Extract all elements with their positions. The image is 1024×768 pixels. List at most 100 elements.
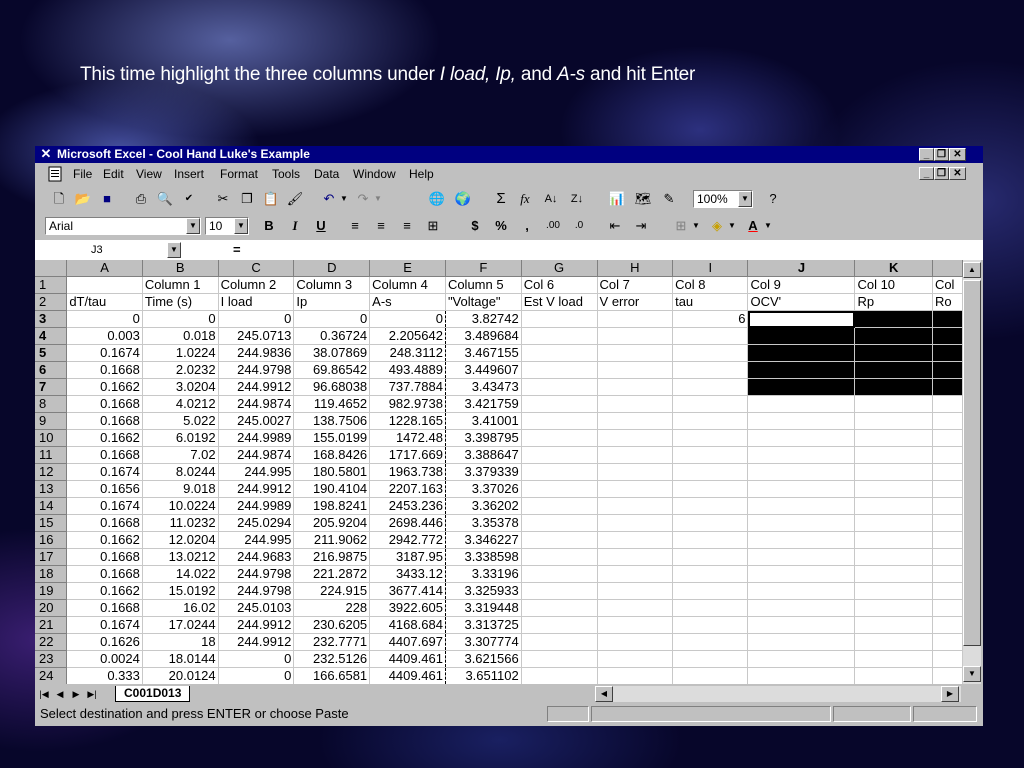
cell[interactable]: 221.2872 bbox=[293, 565, 371, 583]
autosum-icon[interactable]: Σ bbox=[491, 189, 511, 209]
cell[interactable] bbox=[854, 667, 933, 684]
cell[interactable] bbox=[672, 395, 749, 413]
cell[interactable] bbox=[854, 548, 933, 566]
cell[interactable] bbox=[672, 565, 749, 583]
first-sheet-icon[interactable]: |◀ bbox=[37, 686, 51, 702]
cell[interactable] bbox=[854, 497, 933, 515]
last-sheet-icon[interactable]: ▶| bbox=[85, 686, 99, 702]
column-header[interactable]: G bbox=[521, 260, 598, 277]
column-header[interactable]: H bbox=[597, 260, 674, 277]
cell[interactable] bbox=[672, 378, 749, 396]
cell[interactable]: 244.995 bbox=[217, 463, 295, 481]
cell[interactable]: 38.07869 bbox=[293, 344, 371, 362]
cell[interactable] bbox=[672, 412, 749, 430]
cell[interactable]: "Voltage" bbox=[445, 293, 522, 311]
cell[interactable] bbox=[854, 378, 933, 396]
cell[interactable] bbox=[597, 361, 674, 379]
row-header[interactable]: 7 bbox=[35, 378, 68, 396]
cell[interactable] bbox=[597, 514, 674, 532]
cell[interactable]: 0.1668 bbox=[66, 395, 143, 413]
cell[interactable]: 3.449607 bbox=[445, 361, 522, 379]
cell[interactable]: 14.022 bbox=[142, 565, 219, 583]
cell[interactable] bbox=[597, 446, 674, 464]
cell[interactable]: 16.02 bbox=[142, 599, 219, 617]
cell[interactable]: 0 bbox=[217, 667, 295, 684]
cell[interactable] bbox=[521, 344, 598, 362]
cell[interactable]: 248.3112 bbox=[369, 344, 446, 362]
cell[interactable]: dT/tau bbox=[66, 293, 143, 311]
font-color-icon[interactable]: A bbox=[743, 216, 763, 236]
cell[interactable]: 0.1656 bbox=[66, 480, 143, 498]
increase-decimal-icon[interactable]: .00 bbox=[543, 216, 563, 236]
redo-icon[interactable]: ↷ bbox=[353, 189, 373, 209]
cell[interactable]: Ip bbox=[293, 293, 371, 311]
cell[interactable] bbox=[521, 378, 598, 396]
cell[interactable]: 0.1674 bbox=[66, 616, 143, 634]
row-header[interactable]: 10 bbox=[35, 429, 68, 447]
cell[interactable]: Column 1 bbox=[142, 276, 219, 294]
cell[interactable]: 2453.236 bbox=[369, 497, 446, 515]
cell[interactable]: 0.333 bbox=[66, 667, 143, 684]
underline-button[interactable]: U bbox=[311, 216, 331, 236]
zoom-select[interactable]: 100% ▼ bbox=[693, 190, 753, 208]
cell[interactable]: 0.1674 bbox=[66, 344, 143, 362]
cell[interactable] bbox=[521, 565, 598, 583]
cell[interactable]: 155.0199 bbox=[293, 429, 371, 447]
cell[interactable]: 3.398795 bbox=[445, 429, 522, 447]
cell[interactable]: 216.9875 bbox=[293, 548, 371, 566]
cell[interactable]: 198.8241 bbox=[293, 497, 371, 515]
cell[interactable] bbox=[672, 633, 749, 651]
cell[interactable] bbox=[597, 548, 674, 566]
cell[interactable]: 15.0192 bbox=[142, 582, 219, 600]
cell[interactable]: 245.0103 bbox=[217, 599, 295, 617]
column-header[interactable]: F bbox=[445, 260, 522, 277]
cell[interactable]: Column 4 bbox=[369, 276, 446, 294]
cell[interactable]: 3.489684 bbox=[445, 327, 522, 345]
cell[interactable] bbox=[854, 361, 933, 379]
decrease-decimal-icon[interactable]: .0 bbox=[569, 216, 589, 236]
cell[interactable]: Col 10 bbox=[854, 276, 933, 294]
cell[interactable] bbox=[597, 463, 674, 481]
cell[interactable]: 0.1626 bbox=[66, 633, 143, 651]
cell[interactable]: 3.421759 bbox=[445, 395, 522, 413]
fill-color-dropdown-icon[interactable]: ▼ bbox=[727, 216, 737, 236]
cell[interactable] bbox=[597, 667, 674, 684]
cell[interactable] bbox=[672, 361, 749, 379]
title-bar[interactable]: ✕ Microsoft Excel - Cool Hand Luke's Exa… bbox=[35, 146, 983, 163]
new-icon[interactable]: 🗋 bbox=[49, 189, 69, 209]
row-header[interactable]: 22 bbox=[35, 633, 68, 651]
cell[interactable]: 18.0144 bbox=[142, 650, 219, 668]
font-select[interactable]: Arial ▼ bbox=[45, 217, 201, 235]
italic-button[interactable]: I bbox=[285, 216, 305, 236]
cell[interactable] bbox=[672, 667, 749, 684]
menu-window[interactable]: Window bbox=[353, 167, 396, 181]
cell[interactable] bbox=[597, 412, 674, 430]
paste-icon[interactable]: 📋 bbox=[261, 189, 281, 209]
cell[interactable] bbox=[932, 344, 963, 362]
cell[interactable]: 3.346227 bbox=[445, 531, 522, 549]
cell[interactable] bbox=[932, 582, 963, 600]
cell[interactable]: 0.018 bbox=[142, 327, 219, 345]
cell[interactable] bbox=[747, 514, 856, 532]
cell[interactable] bbox=[854, 633, 933, 651]
redo-dropdown-icon[interactable]: ▼ bbox=[373, 189, 383, 209]
row-header[interactable]: 13 bbox=[35, 480, 68, 498]
print-icon[interactable]: ⎙ bbox=[131, 189, 151, 209]
align-center-icon[interactable]: ≡ bbox=[371, 216, 391, 236]
chevron-down-icon[interactable]: ▼ bbox=[234, 218, 248, 234]
menu-data[interactable]: Data bbox=[314, 167, 339, 181]
vertical-scrollbar[interactable]: ▲ ▼ bbox=[963, 260, 981, 684]
hyperlink-icon[interactable]: 🌐 bbox=[427, 189, 447, 209]
menu-help[interactable]: Help bbox=[409, 167, 434, 181]
cell[interactable]: 3.43473 bbox=[445, 378, 522, 396]
restore-button[interactable]: ❐ bbox=[934, 148, 949, 161]
cell[interactable]: 0 bbox=[66, 310, 143, 328]
cell[interactable] bbox=[672, 616, 749, 634]
paste-function-icon[interactable]: fx bbox=[515, 189, 535, 209]
format-painter-icon[interactable]: 🖌 bbox=[285, 189, 305, 209]
column-header[interactable] bbox=[932, 260, 963, 277]
cell[interactable]: 96.68038 bbox=[293, 378, 371, 396]
cell[interactable] bbox=[747, 412, 856, 430]
cell[interactable]: Ro bbox=[932, 293, 963, 311]
row-header[interactable]: 18 bbox=[35, 565, 68, 583]
